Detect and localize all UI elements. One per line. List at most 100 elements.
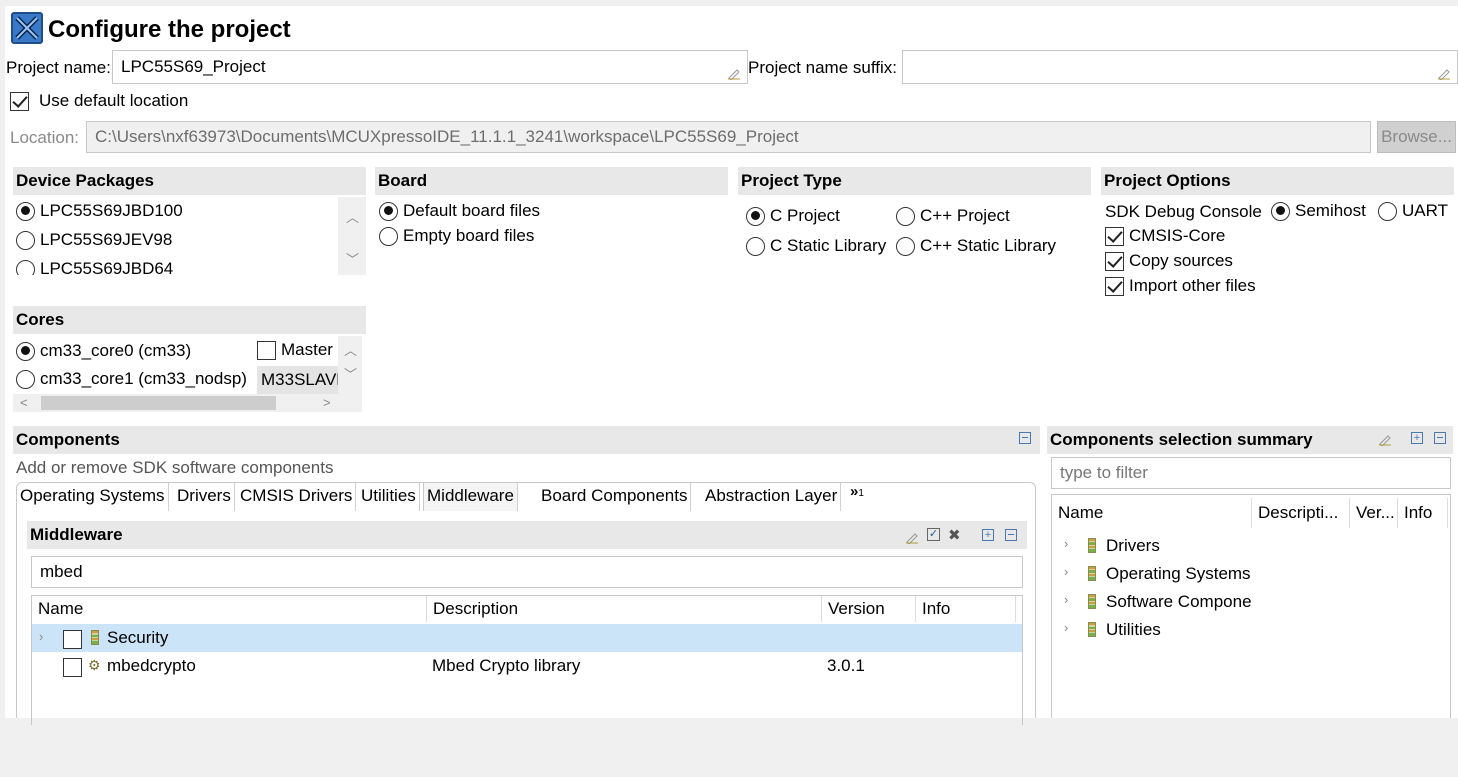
- cores-table[interactable]: cm33_core0 (cm33) Master cm33_core1 (cm3…: [13, 336, 362, 412]
- import-other-files-checkbox[interactable]: Import other files: [1105, 276, 1256, 296]
- more-tabs-button[interactable]: »1: [850, 483, 864, 500]
- summary-filter-input[interactable]: type to filter: [1051, 457, 1451, 489]
- clear-icon[interactable]: [905, 529, 919, 549]
- scrollbar-thumb[interactable]: [41, 396, 276, 410]
- app-logo-icon: [11, 12, 43, 44]
- tree-item[interactable]: › Utilities: [1052, 617, 1450, 643]
- horizontal-scrollbar[interactable]: < >: [13, 394, 362, 412]
- checkbox-icon: [1105, 226, 1124, 246]
- checkbox-icon: [1105, 276, 1124, 296]
- checkbox[interactable]: [63, 658, 82, 678]
- tab-utilities[interactable]: Utilities: [358, 483, 420, 511]
- column-description[interactable]: Description: [427, 596, 822, 622]
- column-name[interactable]: Name: [1052, 498, 1252, 528]
- copy-sources-checkbox[interactable]: Copy sources: [1105, 251, 1233, 271]
- project-type-option[interactable]: C++ Project: [896, 206, 1010, 226]
- master-checkbox[interactable]: Master: [257, 340, 333, 360]
- project-type-option[interactable]: C Static Library: [746, 236, 886, 256]
- middleware-section: Middleware ✓ ✖ + mbed Name Description V…: [27, 521, 1027, 725]
- tree-item-label: Utilities: [1106, 620, 1161, 639]
- option-label: CMSIS-Core: [1129, 226, 1226, 245]
- board-option[interactable]: Default board files: [379, 201, 540, 221]
- core-role-dropdown[interactable]: M33SLAVE: [257, 366, 338, 394]
- column-description[interactable]: Descripti...: [1252, 498, 1350, 528]
- project-type-option[interactable]: C++ Static Library: [896, 236, 1056, 256]
- chevron-left-icon[interactable]: <: [20, 395, 28, 410]
- core-row[interactable]: cm33_core1 (cm33_nodsp): [16, 369, 247, 389]
- tab-board-components[interactable]: Board Components: [538, 483, 692, 511]
- tab-middleware[interactable]: Middleware: [423, 483, 518, 511]
- use-default-location-checkbox[interactable]: Use default location: [10, 91, 188, 111]
- cmsis-core-checkbox[interactable]: CMSIS-Core: [1105, 226, 1225, 246]
- column-version[interactable]: Version: [822, 596, 916, 622]
- tree-item[interactable]: › Drivers: [1052, 533, 1450, 559]
- semihost-radio[interactable]: Semihost: [1271, 201, 1366, 221]
- radio-icon: [379, 201, 398, 221]
- uncheck-all-icon[interactable]: ✖: [948, 526, 961, 544]
- project-type-label: C++ Project: [920, 206, 1010, 225]
- tab-operating-systems[interactable]: Operating Systems: [17, 483, 169, 511]
- table-header: Name Description Version Info: [32, 596, 1022, 622]
- device-package-item[interactable]: LPC55S69JEV98: [16, 230, 172, 250]
- tab-cmsis-drivers[interactable]: CMSIS Drivers: [237, 483, 357, 511]
- expand-all-icon[interactable]: +: [1411, 432, 1423, 444]
- column-info[interactable]: Info: [916, 596, 1016, 622]
- checkbox-icon: [1105, 251, 1124, 271]
- tab-drivers[interactable]: Drivers: [174, 483, 235, 511]
- column-info[interactable]: Info: [1398, 498, 1448, 528]
- chevron-right-icon[interactable]: ›: [1064, 564, 1068, 579]
- collapse-all-icon[interactable]: [1005, 529, 1017, 541]
- check-all-icon[interactable]: ✓: [927, 528, 940, 541]
- chevron-right-icon[interactable]: ›: [1064, 536, 1068, 551]
- collapse-icon[interactable]: [1019, 432, 1031, 444]
- table-row[interactable]: ⚙ mbedcrypto Mbed Crypto library 3.0.1: [32, 652, 1022, 680]
- middleware-filter-input[interactable]: mbed: [31, 556, 1023, 588]
- vertical-scrollbar[interactable]: ︿ ﹀: [338, 197, 366, 275]
- chevron-down-icon[interactable]: ﹀: [344, 364, 357, 383]
- project-type-label: C Project: [770, 206, 840, 225]
- device-package-item[interactable]: LPC55S69JBD100: [16, 201, 183, 221]
- radio-icon: [16, 341, 35, 361]
- tree-item-label: Operating Systems: [1106, 564, 1251, 583]
- browse-label: Browse...: [1381, 127, 1452, 146]
- tree-item[interactable]: › Software Compone: [1052, 589, 1450, 615]
- middleware-filter-value: mbed: [40, 562, 83, 581]
- chevron-right-icon[interactable]: ›: [39, 629, 43, 644]
- collapse-all-icon[interactable]: [1434, 432, 1446, 444]
- uart-radio[interactable]: UART: [1378, 201, 1448, 221]
- board-option-label: Default board files: [403, 201, 541, 220]
- edit-icon[interactable]: [1437, 59, 1451, 81]
- device-packages-list[interactable]: LPC55S69JBD100 LPC55S69JEV98 LPC55S69JBD…: [13, 197, 366, 275]
- project-name-input[interactable]: LPC55S69_Project: [112, 50, 748, 84]
- more-tabs-count: 1: [858, 488, 864, 499]
- project-type-option[interactable]: C Project: [746, 206, 840, 226]
- column-version[interactable]: Ver...: [1350, 498, 1398, 528]
- project-suffix-label: Project name suffix:: [748, 58, 897, 77]
- option-label: Copy sources: [1129, 251, 1233, 270]
- semihost-label: Semihost: [1295, 201, 1366, 220]
- chevron-right-icon[interactable]: >: [323, 395, 331, 410]
- core-row[interactable]: cm33_core0 (cm33): [16, 341, 191, 361]
- tree-item[interactable]: › Operating Systems: [1052, 561, 1450, 587]
- tab-abstraction-layer[interactable]: Abstraction Layer: [702, 483, 842, 511]
- clear-icon[interactable]: [1378, 431, 1392, 451]
- chevron-down-icon[interactable]: ﹀: [346, 249, 359, 268]
- core-label: cm33_core1 (cm33_nodsp): [40, 369, 247, 388]
- checkbox[interactable]: [63, 630, 82, 650]
- edit-icon[interactable]: [727, 59, 741, 81]
- device-package-item[interactable]: LPC55S69JBD64: [16, 259, 173, 275]
- vertical-scrollbar[interactable]: ︿ ﹀: [338, 336, 362, 394]
- column-name[interactable]: Name: [32, 596, 427, 622]
- chevron-right-icon[interactable]: ›: [1064, 620, 1068, 635]
- table-row[interactable]: › Security: [32, 624, 1022, 652]
- tree-item-label: Drivers: [1106, 536, 1160, 555]
- chevron-up-icon[interactable]: ︿: [344, 340, 357, 359]
- expand-all-icon[interactable]: +: [982, 529, 994, 541]
- chevron-right-icon[interactable]: ›: [1064, 592, 1068, 607]
- browse-button[interactable]: Browse...: [1377, 121, 1456, 153]
- components-header: Components: [13, 426, 1040, 454]
- middleware-header: Middleware: [27, 521, 1027, 549]
- chevron-up-icon[interactable]: ︿: [346, 207, 359, 226]
- project-suffix-input[interactable]: [902, 50, 1458, 84]
- board-option[interactable]: Empty board files: [379, 226, 534, 246]
